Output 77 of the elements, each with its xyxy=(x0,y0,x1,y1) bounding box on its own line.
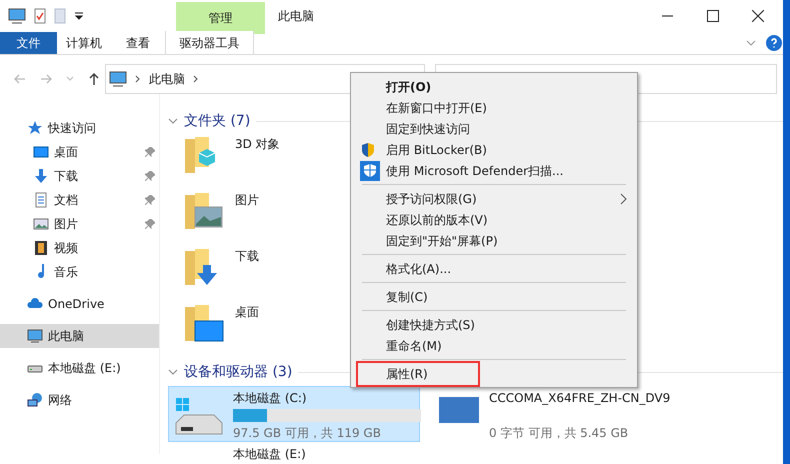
context-tab-group-label: 管理 xyxy=(176,2,265,34)
sidebar-item[interactable]: 图片 xyxy=(0,212,159,236)
shield-icon xyxy=(360,142,376,158)
music-note-icon xyxy=(37,264,45,280)
sidebar-item[interactable]: 桌面 xyxy=(0,140,159,164)
sidebar-item[interactable]: 本地磁盘 (E:) xyxy=(0,356,159,380)
down-arrow-icon xyxy=(33,168,49,184)
film-icon xyxy=(33,240,49,256)
group-heading[interactable]: 设备和驱动器 (3) xyxy=(184,362,292,382)
forward-arrow-button[interactable] xyxy=(39,72,53,86)
folder-name[interactable]: 桌面 xyxy=(225,303,259,355)
maximize-icon xyxy=(706,10,718,22)
network-icon xyxy=(27,392,43,408)
picture-icon xyxy=(33,216,49,232)
menu-item[interactable]: 复制(C) xyxy=(351,286,637,307)
drive-tile[interactable]: 本地磁盘 (E:) xyxy=(168,442,420,464)
monitor-icon xyxy=(109,71,127,87)
drive-space-text: 97.5 GB 可用，共 119 GB xyxy=(233,425,381,442)
sidebar-item[interactable]: 音乐 xyxy=(0,260,159,284)
folder-name[interactable]: 下载 xyxy=(225,247,259,299)
menu-item[interactable]: 使用 Microsoft Defender扫描... xyxy=(351,160,637,181)
minimize-icon xyxy=(662,15,673,17)
folder-icon xyxy=(54,8,66,24)
drive-name: 本地磁盘 (E:) xyxy=(233,446,306,463)
monitor-icon xyxy=(27,328,43,344)
sidebar-item[interactable]: 快速访问 xyxy=(0,116,159,140)
back-arrow-icon xyxy=(13,72,27,86)
chevron-down-icon xyxy=(746,40,756,46)
menu-item[interactable]: 固定到快速访问 xyxy=(351,118,637,139)
menu-item[interactable]: 属性(R) xyxy=(351,363,637,384)
breadcrumb-item[interactable]: 此电脑 xyxy=(149,70,185,88)
ribbon-tab[interactable]: 驱动器工具 xyxy=(165,31,254,54)
ribbon-tab[interactable]: 文件 xyxy=(0,32,57,54)
close-icon xyxy=(752,10,764,22)
help-icon xyxy=(766,35,782,51)
menu-item[interactable]: 创建快捷方式(S) xyxy=(351,314,637,335)
menu-item[interactable]: 启用 BitLocker(B) xyxy=(351,139,637,160)
up-arrow-icon xyxy=(87,72,101,86)
drive-tile[interactable]: CCCOMA_X64FRE_ZH-CN_DV9 0 字节 可用，共 5.45 GB xyxy=(432,386,762,442)
sidebar-item[interactable]: OneDrive xyxy=(0,292,159,316)
back-arrow-button[interactable] xyxy=(13,72,27,86)
shield-icon xyxy=(360,160,380,180)
drive-name: 本地磁盘 (C:) xyxy=(233,390,307,407)
sidebar-item[interactable]: 文档 xyxy=(0,188,159,212)
drive-name: CCCOMA_X64FRE_ZH-CN_DV9 xyxy=(489,390,670,407)
drive-tile[interactable]: 本地磁盘 (C:) 97.5 GB 可用，共 119 GB xyxy=(168,386,420,442)
chevron-down-icon xyxy=(168,118,178,124)
ribbon-tab[interactable]: 查看 xyxy=(111,32,165,54)
group-heading[interactable]: 文件夹 (7) xyxy=(184,110,250,132)
sidebar-item[interactable]: 下载 xyxy=(0,164,159,188)
chevron-right-icon xyxy=(193,75,199,83)
ribbon-tab[interactable]: 计算机 xyxy=(57,32,111,54)
drive-space-text: 0 字节 可用，共 5.45 GB xyxy=(489,425,628,442)
window-title: 此电脑 xyxy=(277,8,315,25)
menu-item[interactable]: 固定到"开始"屏幕(P) xyxy=(351,230,637,251)
menu-item[interactable]: 还原以前的版本(V) xyxy=(351,209,637,230)
hard-drive-icon xyxy=(175,397,223,435)
menu-item[interactable]: 授予访问权限(G) xyxy=(351,188,637,209)
forward-arrow-icon xyxy=(39,72,53,86)
dropdown-icon xyxy=(74,11,84,21)
sidebar-item[interactable]: 视频 xyxy=(0,236,159,260)
sidebar-item[interactable]: 此电脑 xyxy=(0,324,159,348)
menu-item[interactable]: 重命名(M) xyxy=(351,335,637,356)
menu-item[interactable]: 格式化(A)... xyxy=(351,258,637,279)
monitor-icon xyxy=(8,8,26,24)
up-arrow-button[interactable] xyxy=(87,72,101,86)
disc-drive-icon xyxy=(439,397,479,423)
star-icon xyxy=(27,120,43,136)
menu-item[interactable]: 在新窗口中打开(E) xyxy=(351,97,637,118)
chevron-down-icon xyxy=(168,369,178,375)
sidebar-item[interactable]: 网络 xyxy=(0,388,159,412)
document-icon xyxy=(33,192,49,208)
checklist-icon xyxy=(34,8,46,24)
folder-name[interactable]: 3D 对象 xyxy=(225,135,280,187)
chevron-right-icon xyxy=(135,75,141,83)
folder-name[interactable]: 图片 xyxy=(225,191,259,243)
monitor-icon xyxy=(33,144,49,160)
